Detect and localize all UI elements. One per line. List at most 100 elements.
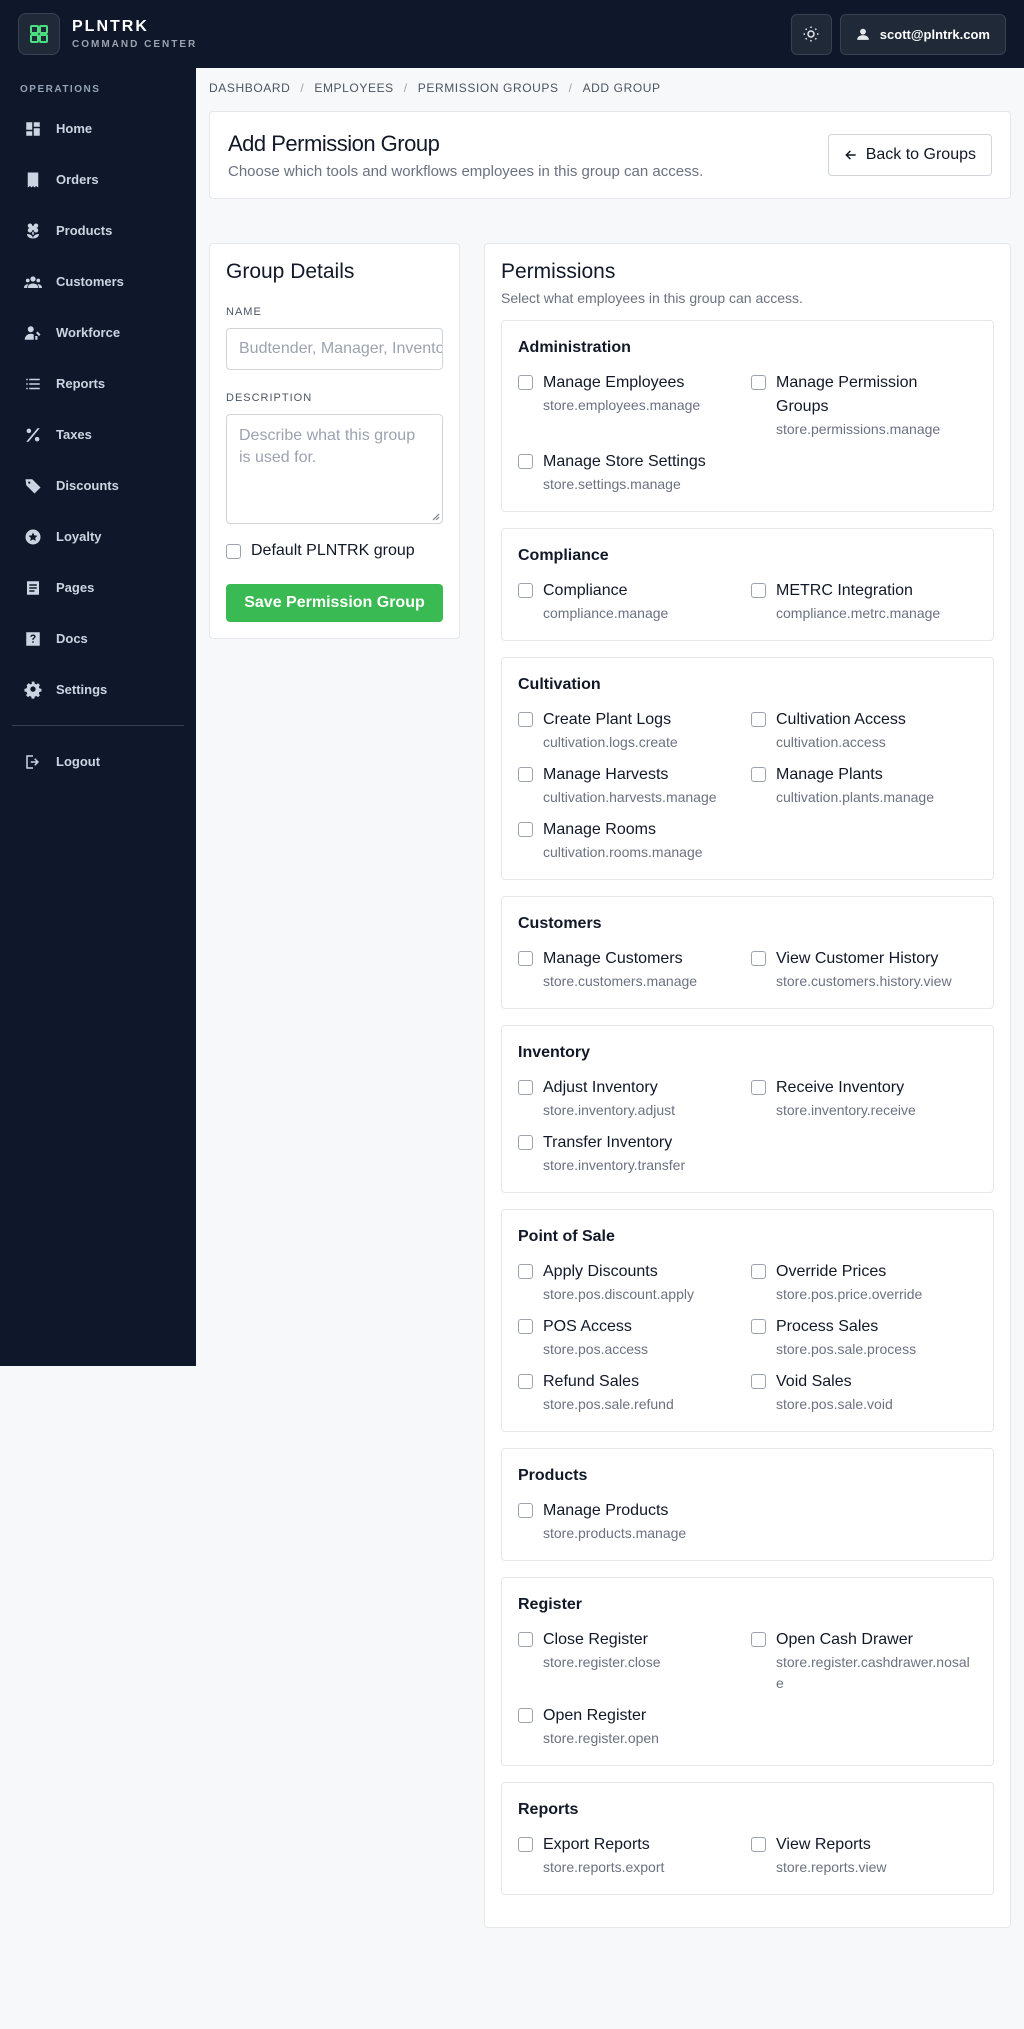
- default-group-option[interactable]: Default PLNTRK group: [226, 542, 443, 560]
- permission-option[interactable]: Open Cash Drawer store.register.cashdrawe…: [751, 1628, 984, 1694]
- permission-key: store.register.open: [543, 1730, 659, 1746]
- permission-option[interactable]: Compliance compliance.manage: [518, 579, 751, 624]
- permission-option[interactable]: Open Register store.register.open: [518, 1704, 751, 1749]
- sidebar-item-docs[interactable]: Docs: [0, 613, 196, 664]
- permission-option[interactable]: Manage Rooms cultivation.rooms.manage: [518, 818, 751, 863]
- permission-checkbox[interactable]: [751, 583, 766, 598]
- permission-checkbox[interactable]: [751, 1632, 766, 1647]
- permission-key: store.permissions.manage: [776, 421, 941, 437]
- permission-checkbox[interactable]: [751, 1264, 766, 1279]
- permission-option[interactable]: View Customer History store.customers.his…: [751, 947, 984, 992]
- theme-toggle-button[interactable]: [790, 13, 832, 55]
- permission-option[interactable]: Manage Employees store.employees.manage: [518, 371, 751, 440]
- grid-logo-icon: [30, 25, 48, 43]
- permission-name: Cultivation Access: [776, 711, 906, 728]
- permission-checkbox[interactable]: [751, 951, 766, 966]
- permission-checkbox[interactable]: [518, 1708, 533, 1723]
- permission-text: Apply Discounts store.pos.discount.apply: [543, 1260, 738, 1305]
- permission-name: Open Register: [543, 1707, 647, 1724]
- permission-checkbox[interactable]: [518, 767, 533, 782]
- permission-checkbox[interactable]: [751, 375, 766, 390]
- permission-checkbox[interactable]: [518, 951, 533, 966]
- permission-key: store.employees.manage: [543, 397, 701, 413]
- permission-checkbox[interactable]: [518, 1080, 533, 1095]
- permission-option[interactable]: Manage Products store.products.manage: [518, 1499, 751, 1544]
- permission-text: View Customer History store.customers.his…: [776, 947, 971, 992]
- permission-checkbox[interactable]: [518, 375, 533, 390]
- breadcrumb-permission-groups[interactable]: PERMISSION GROUPS: [418, 81, 559, 95]
- sidebar-item-workforce[interactable]: Workforce: [0, 307, 196, 358]
- back-to-groups-button[interactable]: Back to Groups: [827, 134, 992, 176]
- permission-option[interactable]: Create Plant Logs cultivation.logs.create: [518, 708, 751, 753]
- permission-option[interactable]: Override Prices store.pos.price.override: [751, 1260, 984, 1305]
- permission-name: Manage Store Settings: [543, 453, 706, 470]
- permission-option[interactable]: METRC Integration compliance.metrc.manage: [751, 579, 984, 624]
- permission-checkbox[interactable]: [751, 1319, 766, 1334]
- permission-option[interactable]: Adjust Inventory store.inventory.adjust: [518, 1076, 751, 1121]
- permission-option[interactable]: Manage Store Settings store.settings.mana…: [518, 450, 751, 495]
- permission-checkbox[interactable]: [751, 767, 766, 782]
- sidebar-item-home[interactable]: Home: [0, 103, 196, 154]
- app-logo[interactable]: [18, 13, 60, 55]
- permission-checkbox[interactable]: [518, 1837, 533, 1852]
- sidebar-item-customers[interactable]: Customers: [0, 256, 196, 307]
- permission-option[interactable]: Apply Discounts store.pos.discount.apply: [518, 1260, 751, 1305]
- sidebar-item-discounts[interactable]: Discounts: [0, 460, 196, 511]
- permission-option[interactable]: Close Register store.register.close: [518, 1628, 751, 1694]
- permission-option[interactable]: Export Reports store.reports.export: [518, 1833, 751, 1878]
- permission-option[interactable]: Process Sales store.pos.sale.process: [751, 1315, 984, 1360]
- permission-checkbox[interactable]: [751, 712, 766, 727]
- breadcrumb-dashboard[interactable]: DASHBOARD: [209, 81, 290, 95]
- sidebar-item-label: Workforce: [56, 325, 121, 340]
- permission-checkbox[interactable]: [518, 1503, 533, 1518]
- permission-option[interactable]: Transfer Inventory store.inventory.transf…: [518, 1131, 751, 1176]
- permission-checkbox[interactable]: [518, 1632, 533, 1647]
- main-content: DASHBOARD / EMPLOYEES / PERMISSION GROUP…: [209, 68, 1011, 1928]
- sidebar-item-taxes[interactable]: Taxes: [0, 409, 196, 460]
- breadcrumb-add-group: ADD GROUP: [582, 81, 661, 95]
- sidebar-item-logout[interactable]: Logout: [0, 736, 196, 787]
- permission-checkbox[interactable]: [751, 1374, 766, 1389]
- permission-checkbox[interactable]: [518, 1135, 533, 1150]
- permission-checkbox[interactable]: [518, 712, 533, 727]
- permission-option[interactable]: View Reports store.reports.view: [751, 1833, 984, 1878]
- permission-option[interactable]: Refund Sales store.pos.sale.refund: [518, 1370, 751, 1415]
- resize-handle-icon[interactable]: [432, 513, 440, 521]
- permission-key: store.pos.price.override: [776, 1286, 923, 1302]
- description-textarea[interactable]: Describe what this group is used for.: [226, 414, 443, 524]
- permission-checkbox[interactable]: [751, 1080, 766, 1095]
- permission-option[interactable]: Manage Permission Groups store.permission…: [751, 371, 984, 440]
- sidebar-item-reports[interactable]: Reports: [0, 358, 196, 409]
- sidebar-item-products[interactable]: Products: [0, 205, 196, 256]
- permission-checkbox[interactable]: [518, 1374, 533, 1389]
- breadcrumb-employees[interactable]: EMPLOYEES: [314, 81, 393, 95]
- permission-checkbox[interactable]: [518, 1319, 533, 1334]
- permission-option[interactable]: POS Access store.pos.access: [518, 1315, 751, 1360]
- permission-checkbox[interactable]: [518, 822, 533, 837]
- permission-text: Manage Permission Groups store.permission…: [776, 371, 971, 440]
- sidebar-item-loyalty[interactable]: Loyalty: [0, 511, 196, 562]
- default-group-checkbox[interactable]: [226, 543, 241, 559]
- permission-option[interactable]: Cultivation Access cultivation.access: [751, 708, 984, 753]
- sidebar-item-orders[interactable]: Orders: [0, 154, 196, 205]
- permission-option[interactable]: Void Sales store.pos.sale.void: [751, 1370, 984, 1415]
- save-permission-group-button[interactable]: Save Permission Group: [226, 584, 443, 622]
- permission-name: Override Prices: [776, 1263, 887, 1280]
- permission-checkbox[interactable]: [518, 1264, 533, 1279]
- permission-option[interactable]: Receive Inventory store.inventory.receive: [751, 1076, 984, 1121]
- user-menu-button[interactable]: scott@plntrk.com: [839, 13, 1006, 55]
- permission-option[interactable]: Manage Plants cultivation.plants.manage: [751, 763, 984, 808]
- name-input[interactable]: Budtender, Manager, Inventory: [226, 328, 443, 370]
- permission-checkbox[interactable]: [518, 583, 533, 598]
- flower-icon: [27, 223, 39, 238]
- permission-option[interactable]: Manage Customers store.customers.manage: [518, 947, 751, 992]
- permission-key: store.pos.sale.refund: [543, 1396, 674, 1412]
- permission-option[interactable]: Manage Harvests cultivation.harvests.mana…: [518, 763, 751, 808]
- permission-checkbox[interactable]: [751, 1837, 766, 1852]
- sidebar-item-settings[interactable]: Settings: [0, 664, 196, 715]
- permission-checkbox[interactable]: [518, 454, 533, 469]
- page-subtitle: Choose which tools and workflows employe…: [228, 162, 704, 180]
- sidebar-item-pages[interactable]: Pages: [0, 562, 196, 613]
- permission-text: Manage Rooms cultivation.rooms.manage: [543, 818, 738, 863]
- permission-name: Manage Employees: [543, 374, 685, 391]
